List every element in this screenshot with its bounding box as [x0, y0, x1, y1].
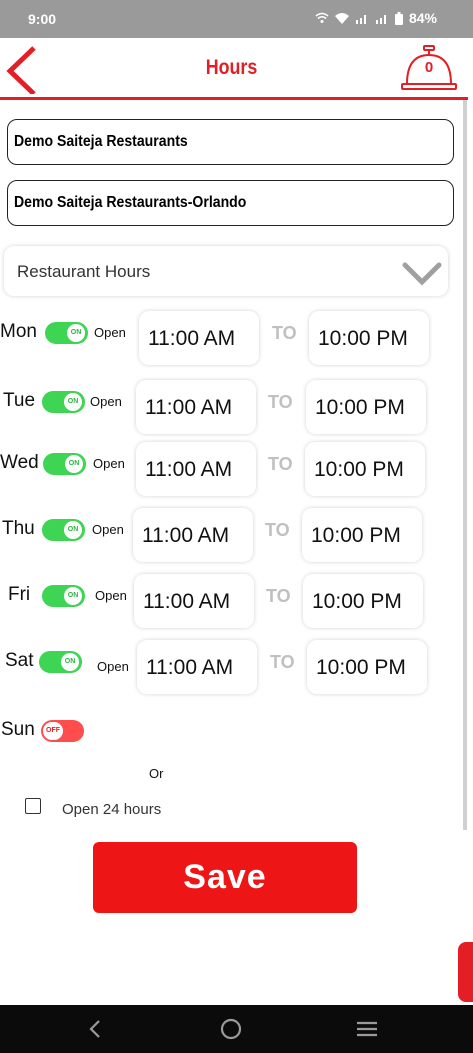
floating-button-edge[interactable] — [458, 942, 473, 1002]
day-label: Fri — [8, 584, 31, 605]
dropdown-selected: Restaurant Hours — [17, 262, 151, 281]
to-label: TO — [268, 454, 293, 474]
day-row-tue: Tue ON Open 11:00 AM TO 10:00 PM — [0, 380, 463, 440]
day-label: Sat — [5, 650, 34, 671]
toggle-knob: OFF — [43, 722, 63, 740]
open-status: Open — [92, 522, 124, 537]
nav-recents-icon[interactable] — [354, 1017, 380, 1041]
close-time: 10:00 PM — [314, 458, 404, 481]
store-name-field[interactable]: Demo Saiteja Restaurants — [7, 119, 454, 165]
toggle-knob: ON — [64, 521, 82, 539]
day-toggle[interactable]: ON — [39, 651, 82, 673]
day-toggle[interactable]: ON — [42, 585, 85, 607]
day-row-wed: Wed ON Open 11:00 AM TO 10:00 PM — [0, 442, 463, 502]
to-label: TO — [266, 586, 291, 606]
or-label: Or — [149, 766, 164, 781]
battery-level: 84% — [408, 10, 437, 26]
close-time: 10:00 PM — [315, 396, 405, 419]
day-label: Sun — [1, 719, 35, 740]
open-time: 11:00 AM — [145, 458, 233, 481]
status-icons: 84% — [315, 10, 437, 26]
save-button[interactable]: Save — [93, 842, 357, 913]
battery-icon — [394, 11, 403, 25]
open-time: 11:00 AM — [148, 327, 236, 350]
day-row-fri: Fri ON Open 11:00 AM TO 10:00 PM — [0, 574, 463, 634]
day-label: Thu — [2, 518, 35, 539]
open-status: Open — [90, 394, 122, 409]
open-time: 11:00 AM — [142, 524, 230, 547]
open-time-field[interactable]: 11:00 AM — [136, 380, 256, 434]
day-label: Wed — [0, 452, 39, 473]
store-location: Demo Saiteja Restaurants-Orlando — [14, 194, 247, 211]
close-time: 10:00 PM — [312, 590, 402, 613]
day-toggle[interactable]: ON — [45, 322, 88, 344]
open-time-field[interactable]: 11:00 AM — [139, 311, 259, 365]
toggle-knob: ON — [64, 587, 82, 605]
nav-back-icon[interactable] — [82, 1017, 108, 1041]
signal-icon-2 — [375, 15, 386, 24]
open-status: Open — [94, 325, 126, 340]
day-label: Mon — [0, 321, 37, 342]
open-time: 11:00 AM — [146, 656, 234, 679]
page-title: Hours — [205, 56, 258, 79]
to-label: TO — [272, 323, 297, 343]
toggle-knob: ON — [64, 393, 82, 411]
system-nav-bar — [0, 1005, 473, 1053]
app-header: Hours 0 — [0, 38, 473, 100]
close-time: 10:00 PM — [318, 327, 408, 350]
status-bar: 9:00 84% — [0, 0, 473, 38]
close-time-field[interactable]: 10:00 PM — [309, 311, 429, 365]
close-time-field[interactable]: 10:00 PM — [303, 574, 423, 628]
close-time-field[interactable]: 10:00 PM — [305, 442, 425, 496]
wifi-icon — [334, 13, 349, 24]
day-row-sat: Sat ON Open 11:00 AM TO 10:00 PM — [0, 640, 463, 700]
day-row-mon: Mon ON Open 11:00 AM TO 10:00 PM — [0, 311, 463, 371]
open-24-hours-checkbox[interactable] — [25, 798, 41, 814]
store-name: Demo Saiteja Restaurants — [14, 133, 188, 150]
open-time: 11:00 AM — [143, 590, 231, 613]
close-time: 10:00 PM — [311, 524, 401, 547]
close-time: 10:00 PM — [316, 656, 406, 679]
open-status: Open — [95, 588, 127, 603]
signal-icon — [355, 15, 366, 24]
day-toggle[interactable]: ON — [42, 519, 85, 541]
close-time-field[interactable]: 10:00 PM — [302, 508, 422, 562]
day-toggle[interactable]: ON — [43, 453, 86, 475]
wifi-call-icon — [315, 12, 329, 23]
chevron-down-icon — [402, 262, 442, 286]
open-time-field[interactable]: 11:00 AM — [133, 508, 253, 562]
header-divider — [0, 97, 468, 100]
status-time: 9:00 — [28, 11, 57, 27]
to-label: TO — [268, 392, 293, 412]
open-time-field[interactable]: 11:00 AM — [134, 574, 254, 628]
nav-home-icon[interactable] — [218, 1017, 244, 1041]
open-time-field[interactable]: 11:00 AM — [137, 640, 257, 694]
open-time: 11:00 AM — [145, 396, 233, 419]
day-toggle[interactable]: OFF — [41, 720, 84, 742]
order-bell-button[interactable]: 0 — [398, 42, 460, 92]
day-row-thu: Thu ON Open 11:00 AM TO 10:00 PM — [0, 508, 463, 568]
toggle-knob: ON — [65, 455, 83, 473]
to-label: TO — [265, 520, 290, 540]
close-time-field[interactable]: 10:00 PM — [307, 640, 427, 694]
open-status: Open — [93, 456, 125, 471]
toggle-knob: ON — [61, 653, 79, 671]
cart-count: 0 — [424, 59, 434, 76]
open-status: Open — [97, 659, 129, 674]
to-label: TO — [270, 652, 295, 672]
scrollbar[interactable] — [463, 100, 467, 830]
day-row-sun: Sun OFF — [0, 709, 463, 769]
toggle-knob: ON — [67, 324, 85, 342]
day-toggle[interactable]: ON — [42, 391, 85, 413]
close-time-field[interactable]: 10:00 PM — [306, 380, 426, 434]
day-label: Tue — [3, 390, 36, 411]
open-time-field[interactable]: 11:00 AM — [136, 442, 256, 496]
store-location-field[interactable]: Demo Saiteja Restaurants-Orlando — [7, 180, 454, 226]
open-24-hours-label[interactable]: Open 24 hours — [62, 801, 161, 818]
hours-type-dropdown[interactable]: Restaurant Hours — [4, 246, 448, 296]
